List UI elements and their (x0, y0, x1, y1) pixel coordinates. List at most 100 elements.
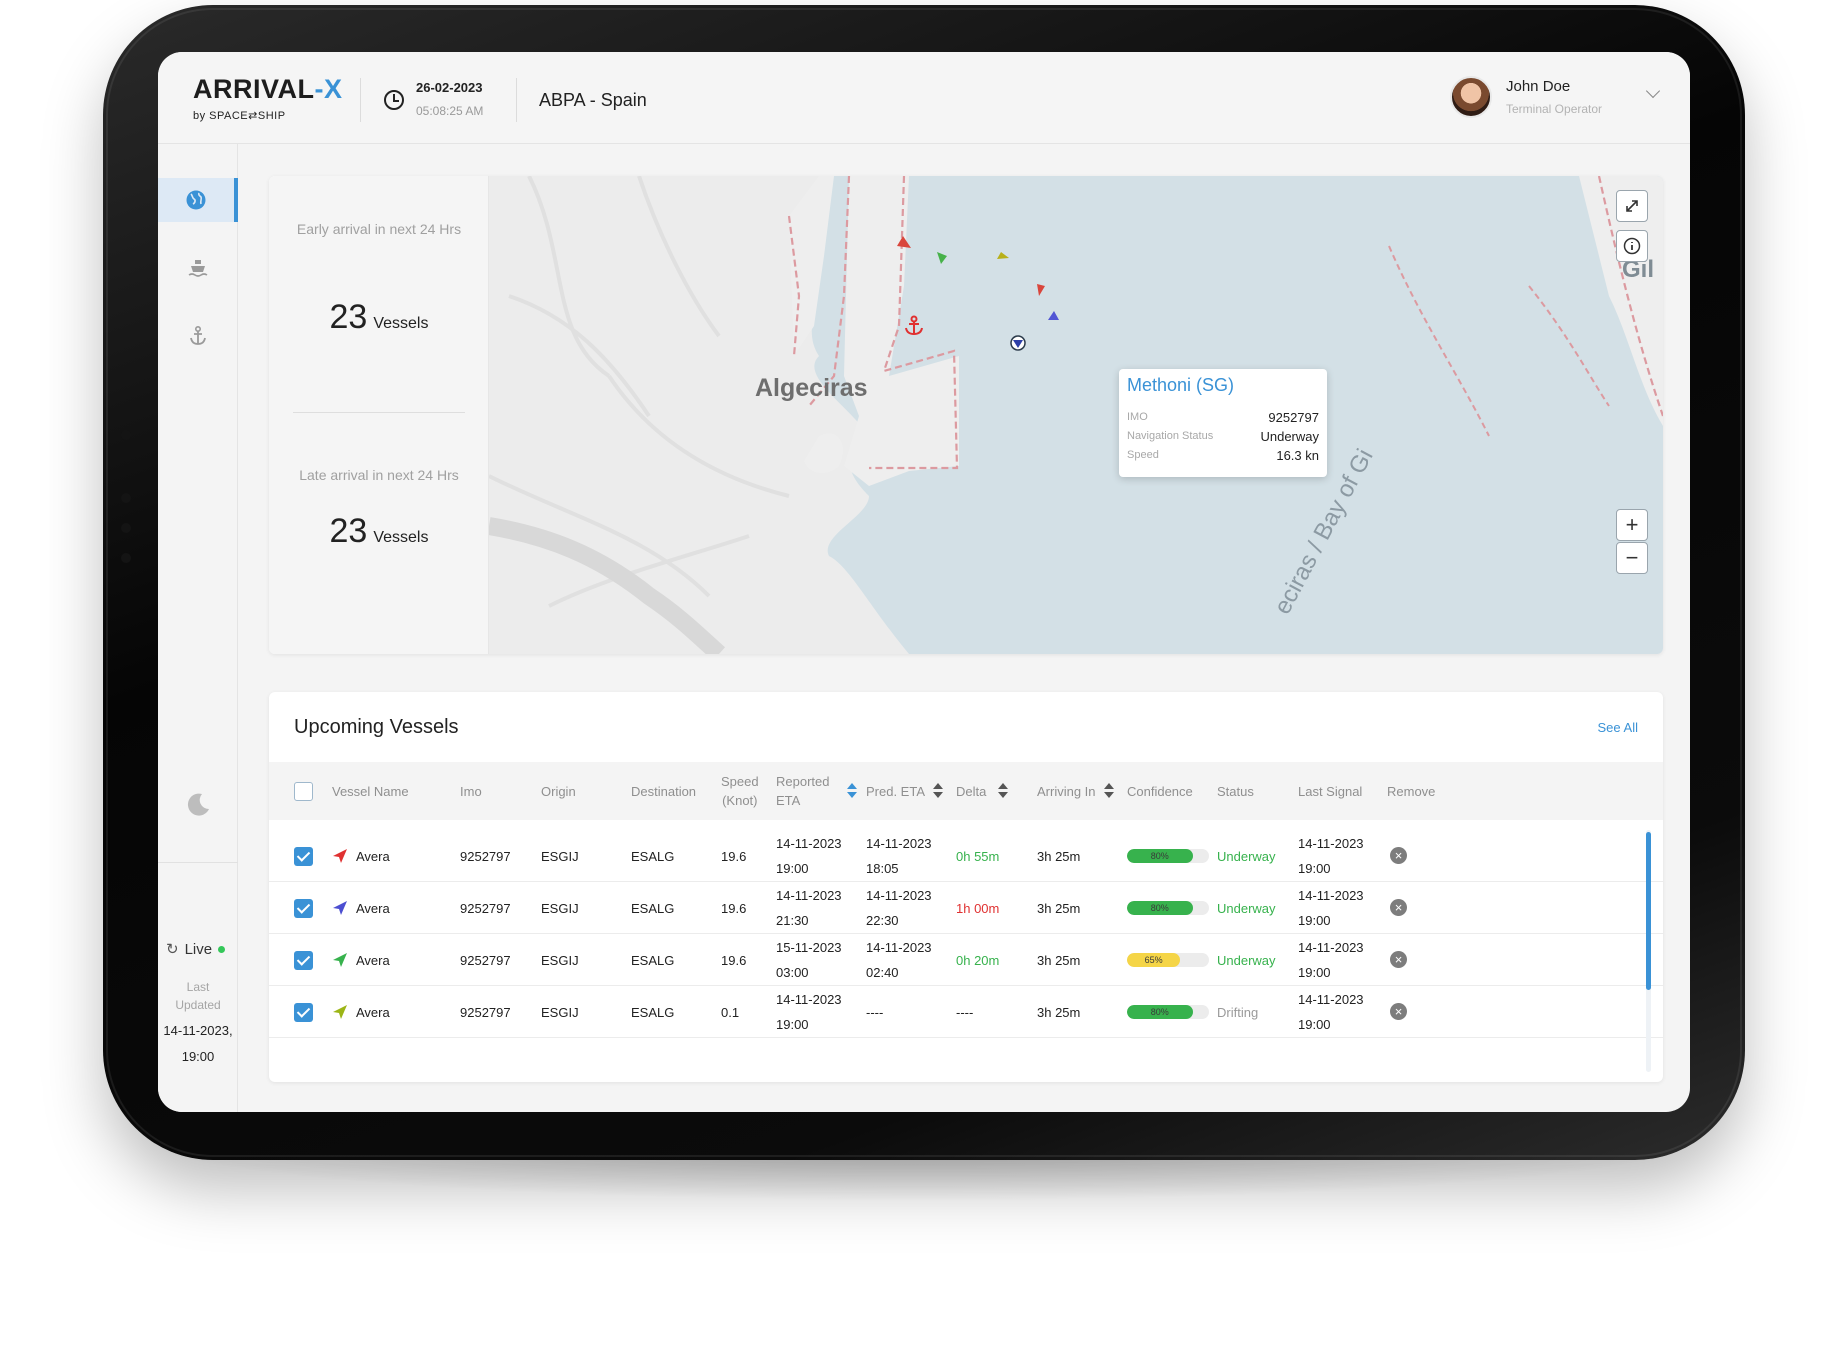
last-signal-time: 19:00 (1298, 1017, 1331, 1032)
remove-icon[interactable]: × (1390, 1003, 1407, 1020)
vessel-cell[interactable]: Avera (332, 882, 390, 934)
confidence-fill: 80% (1127, 1005, 1193, 1019)
table-header: Vessel Name Imo Origin Destination Speed… (269, 762, 1663, 820)
sort-icon[interactable] (1103, 783, 1114, 799)
expand-icon (1626, 200, 1638, 212)
confidence-fill: 80% (1127, 901, 1193, 915)
status-cell: Underway (1217, 848, 1276, 864)
tooltip-key: IMO (1127, 411, 1148, 423)
scrollbar-thumb[interactable] (1646, 832, 1651, 990)
arriving-in-cell: 3h 25m (1037, 848, 1081, 864)
row-checkbox[interactable] (294, 1003, 313, 1022)
col-delta-label: Delta (956, 783, 987, 799)
tooltip-value: 9252797 (1268, 409, 1319, 425)
vessel-map[interactable]: Algeciras eciras / Bay of Gi Gil Methoni… (489, 176, 1663, 654)
table-row[interactable]: Avera 9252797 ESGIJ ESALG 0.1 14-11-2023… (269, 986, 1663, 1038)
remove-icon[interactable]: × (1390, 899, 1407, 916)
origin-cell: ESGIJ (541, 848, 579, 864)
col-delta[interactable]: Delta (956, 762, 1009, 820)
reported-time: 03:00 (776, 965, 809, 980)
status-cell: Drifting (1217, 1004, 1259, 1020)
sort-icon[interactable] (933, 783, 944, 799)
confidence-bar: 65% (1127, 953, 1209, 967)
tooltip-row: IMO 9252797 (1127, 407, 1319, 427)
app-screen: ARRIVAL-X by SPACE⇄SHIP 26-02-2023 05:08… (158, 52, 1690, 1112)
top-header: ARRIVAL-X by SPACE⇄SHIP 26-02-2023 05:08… (158, 52, 1690, 144)
confidence-fill: 65% (1127, 953, 1181, 967)
speed-cell: 19.6 (721, 952, 747, 968)
vessel-cell[interactable]: Avera (332, 830, 390, 882)
col-reported-eta[interactable]: Reported ETA (776, 762, 858, 820)
remove-icon[interactable]: × (1390, 847, 1407, 864)
col-speed: Speed (Knot) (721, 762, 759, 820)
map-info-button[interactable] (1616, 230, 1648, 262)
reported-eta-cell: 14-11-2023 21:30 (776, 882, 842, 934)
anchor-icon (190, 325, 206, 345)
app-logo[interactable]: ARRIVAL-X by SPACE⇄SHIP (193, 74, 343, 122)
col-remove: Remove (1387, 783, 1436, 799)
sort-icon[interactable] (847, 783, 858, 799)
col-pred-eta[interactable]: Pred. ETA (866, 762, 944, 820)
col-reported-line1: Reported (776, 774, 830, 789)
sort-icon[interactable] (998, 783, 1009, 799)
sidebar-item-ports[interactable] (158, 314, 238, 358)
col-arriving-in[interactable]: Arriving In (1037, 762, 1114, 820)
chevron-down-icon[interactable] (1645, 83, 1661, 99)
reported-eta-cell: 14-11-2023 19:00 (776, 830, 842, 882)
table-row[interactable]: Avera 9252797 ESGIJ ESALG 19.6 14-11-202… (269, 882, 1663, 934)
col-speed-line2: (Knot) (722, 793, 758, 808)
side-dot (121, 493, 131, 503)
table-row[interactable]: Avera 9252797 ESGIJ ESALG 19.6 14-11-202… (269, 830, 1663, 882)
pred-eta-cell: 14-11-2023 02:40 (866, 934, 932, 986)
origin-cell: ESGIJ (541, 900, 579, 916)
last-signal-date: 14-11-2023 (1298, 836, 1364, 851)
vessel-cell[interactable]: Avera (332, 934, 390, 986)
sidebar-item-vessels[interactable] (158, 246, 238, 290)
upcoming-vessels-card: Upcoming Vessels See All Vessel Name Imo… (269, 692, 1663, 1082)
table-scrollbar[interactable] (1646, 830, 1651, 1072)
user-name[interactable]: John Doe (1506, 78, 1570, 95)
side-dot (121, 430, 131, 440)
pred-eta-cell: 14-11-2023 18:05 (866, 830, 932, 882)
table-row[interactable]: Avera 9252797 ESGIJ ESALG 19.6 15-11-202… (269, 934, 1663, 986)
live-indicator[interactable]: ↻ Live (166, 940, 236, 958)
row-checkbox[interactable] (294, 847, 313, 866)
logo-dash: -X (314, 74, 343, 104)
river (489, 517, 726, 654)
speed-cell: 0.1 (721, 1004, 740, 1020)
last-signal-time: 19:00 (1298, 913, 1331, 928)
avatar[interactable] (1450, 76, 1492, 118)
delta-cell: 0h 20m (956, 952, 1000, 968)
fullscreen-button[interactable] (1616, 190, 1648, 222)
last-signal-time: 19:00 (1298, 965, 1331, 980)
pred-time: 18:05 (866, 861, 899, 876)
theme-toggle[interactable] (158, 782, 238, 826)
overview-card: Early arrival in next 24 Hrs 23 Vessels L… (269, 176, 1663, 654)
vessel-cell[interactable]: Avera (332, 986, 390, 1038)
live-dot-icon (218, 945, 226, 953)
row-checkbox[interactable] (294, 951, 313, 970)
tooltip-value: 16.3 kn (1276, 447, 1319, 463)
see-all-link[interactable]: See All (1598, 720, 1638, 735)
row-checkbox[interactable] (294, 899, 313, 918)
clock-icon (384, 90, 404, 110)
vessel-tooltip: Methoni (SG) IMO 9252797 Navigation Stat… (1119, 369, 1327, 477)
vessel-flag-icon (333, 1005, 347, 1019)
vessel-name: Avera (356, 900, 390, 916)
tooltip-title: Methoni (SG) (1127, 375, 1235, 395)
col-vessel-name: Vessel Name (332, 783, 409, 799)
last-signal-date: 14-11-2023 (1298, 992, 1364, 1007)
delta-cell: ---- (956, 1004, 974, 1020)
sidebar-item-map[interactable] (158, 178, 238, 222)
select-all-checkbox[interactable] (294, 782, 313, 801)
remove-icon[interactable]: × (1390, 951, 1407, 968)
imo-cell: 9252797 (460, 952, 511, 968)
refresh-icon: ↻ (166, 941, 179, 958)
user-role: Terminal Operator (1506, 102, 1603, 116)
delta-cell: 1h 00m (956, 900, 1000, 916)
zoom-in-button[interactable]: + (1616, 509, 1648, 541)
arriving-in-cell: 3h 25m (1037, 900, 1081, 916)
zoom-out-button[interactable]: − (1616, 542, 1648, 574)
status-cell: Underway (1217, 900, 1276, 916)
ship-icon (188, 260, 208, 277)
